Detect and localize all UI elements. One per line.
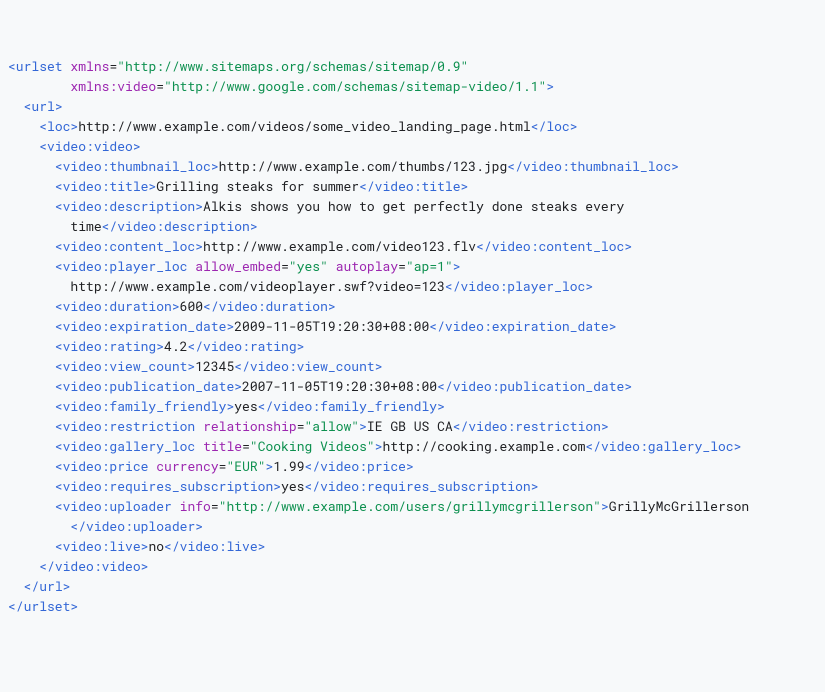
xml-code-block: <urlset xmlns="http://www.sitemaps.org/s… [8, 56, 817, 616]
